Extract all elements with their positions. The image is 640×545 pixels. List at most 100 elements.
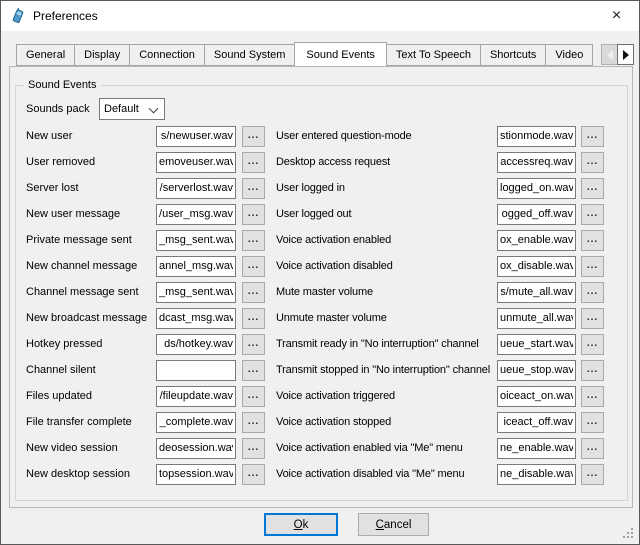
browse-button[interactable]: ...: [581, 464, 604, 485]
event-label: New broadcast message: [26, 312, 150, 324]
sound-file-input[interactable]: [156, 282, 236, 303]
sound-file-input[interactable]: [156, 126, 236, 147]
sound-events-list: New user ... User entered question-mode …: [26, 123, 606, 487]
browse-button[interactable]: ...: [581, 230, 604, 251]
tab-video[interactable]: Video: [545, 44, 593, 66]
sound-file-input[interactable]: [497, 464, 576, 485]
sound-file-input[interactable]: [497, 152, 576, 173]
browse-button[interactable]: ...: [242, 308, 265, 329]
tab-display[interactable]: Display: [74, 44, 130, 66]
sound-event-row: File transfer complete ... Voice activat…: [26, 409, 606, 435]
browse-button[interactable]: ...: [242, 152, 265, 173]
browse-button[interactable]: ...: [242, 204, 265, 225]
browse-button[interactable]: ...: [581, 412, 604, 433]
browse-button[interactable]: ...: [242, 412, 265, 433]
tab-scroll-left-button[interactable]: [601, 44, 618, 65]
sound-file-input[interactable]: [156, 308, 236, 329]
sound-file-input[interactable]: [156, 412, 236, 433]
tab-text-to-speech[interactable]: Text To Speech: [386, 44, 481, 66]
browse-button[interactable]: ...: [242, 230, 265, 251]
sound-file-input[interactable]: [156, 360, 236, 381]
event-label: Voice activation stopped: [276, 416, 493, 428]
sound-file-input[interactable]: [156, 464, 236, 485]
sound-file-input[interactable]: [156, 386, 236, 407]
sound-event-row: Server lost ... User logged in ...: [26, 175, 606, 201]
arrow-right-icon: [623, 50, 629, 60]
event-label: New user message: [26, 208, 150, 220]
sound-file-input[interactable]: [497, 360, 576, 381]
browse-button[interactable]: ...: [242, 178, 265, 199]
sound-file-input[interactable]: [497, 386, 576, 407]
groupbox-title: Sound Events: [24, 79, 101, 91]
sound-event-row: New desktop session ... Voice activation…: [26, 461, 606, 487]
close-icon[interactable]: ×: [594, 1, 639, 30]
tab-general[interactable]: General: [16, 44, 75, 66]
browse-button[interactable]: ...: [581, 282, 604, 303]
browse-button[interactable]: ...: [242, 256, 265, 277]
sound-file-input[interactable]: [497, 204, 576, 225]
tab-label: Shortcuts: [490, 49, 536, 61]
event-label: Mute master volume: [276, 286, 493, 298]
browse-button[interactable]: ...: [242, 438, 265, 459]
sound-event-row: New broadcast message ... Unmute master …: [26, 305, 606, 331]
sound-file-input[interactable]: [497, 256, 576, 277]
browse-button[interactable]: ...: [242, 386, 265, 407]
browse-button[interactable]: ...: [581, 308, 604, 329]
sound-event-row: Private message sent ... Voice activatio…: [26, 227, 606, 253]
ok-button[interactable]: Ok: [264, 513, 338, 536]
tab-label: Sound Events: [306, 49, 375, 61]
browse-button[interactable]: ...: [581, 152, 604, 173]
event-label: Files updated: [26, 390, 150, 402]
sound-event-row: New user message ... User logged out ...: [26, 201, 606, 227]
sound-file-input[interactable]: [156, 178, 236, 199]
browse-button[interactable]: ...: [581, 386, 604, 407]
event-label: New desktop session: [26, 468, 150, 480]
browse-button[interactable]: ...: [581, 178, 604, 199]
sounds-pack-value: Default: [104, 103, 139, 115]
sound-file-input[interactable]: [156, 152, 236, 173]
tab-label: Connection: [139, 49, 195, 61]
sound-file-input[interactable]: [497, 282, 576, 303]
sound-file-input[interactable]: [497, 438, 576, 459]
sound-file-input[interactable]: [497, 230, 576, 251]
tab-connection[interactable]: Connection: [129, 44, 205, 66]
browse-button[interactable]: ...: [581, 204, 604, 225]
sound-file-input[interactable]: [497, 126, 576, 147]
sound-file-input[interactable]: [497, 308, 576, 329]
sound-file-input[interactable]: [497, 412, 576, 433]
tab-sound-system[interactable]: Sound System: [204, 44, 296, 66]
event-label: New channel message: [26, 260, 150, 272]
browse-button[interactable]: ...: [581, 126, 604, 147]
tab-shortcuts[interactable]: Shortcuts: [480, 44, 546, 66]
sound-file-input[interactable]: [156, 334, 236, 355]
browse-button[interactable]: ...: [242, 334, 265, 355]
event-label: User removed: [26, 156, 150, 168]
browse-button[interactable]: ...: [581, 438, 604, 459]
browse-button[interactable]: ...: [242, 126, 265, 147]
resize-grip[interactable]: [623, 528, 635, 540]
sound-file-input[interactable]: [156, 256, 236, 277]
sound-file-input[interactable]: [156, 204, 236, 225]
cancel-button[interactable]: Cancel: [358, 513, 429, 536]
app-icon: [10, 8, 26, 24]
event-label: User entered question-mode: [276, 130, 493, 142]
browse-button[interactable]: ...: [242, 464, 265, 485]
browse-button[interactable]: ...: [242, 282, 265, 303]
sounds-pack-select[interactable]: Default: [99, 98, 165, 120]
sound-event-row: Channel silent ... Transmit stopped in "…: [26, 357, 606, 383]
event-label: Desktop access request: [276, 156, 493, 168]
browse-button[interactable]: ...: [581, 360, 604, 381]
sound-file-input[interactable]: [156, 438, 236, 459]
event-label: Voice activation triggered: [276, 390, 493, 402]
tab-sound-events[interactable]: Sound Events: [294, 42, 387, 66]
event-label: Voice activation enabled: [276, 234, 493, 246]
sound-file-input[interactable]: [497, 334, 576, 355]
sound-file-input[interactable]: [156, 230, 236, 251]
event-label: Voice activation disabled via "Me" menu: [276, 468, 493, 480]
browse-button[interactable]: ...: [242, 360, 265, 381]
tab-scroll-right-button[interactable]: [617, 44, 634, 65]
title-bar: Preferences ×: [1, 1, 639, 31]
sound-file-input[interactable]: [497, 178, 576, 199]
browse-button[interactable]: ...: [581, 334, 604, 355]
browse-button[interactable]: ...: [581, 256, 604, 277]
